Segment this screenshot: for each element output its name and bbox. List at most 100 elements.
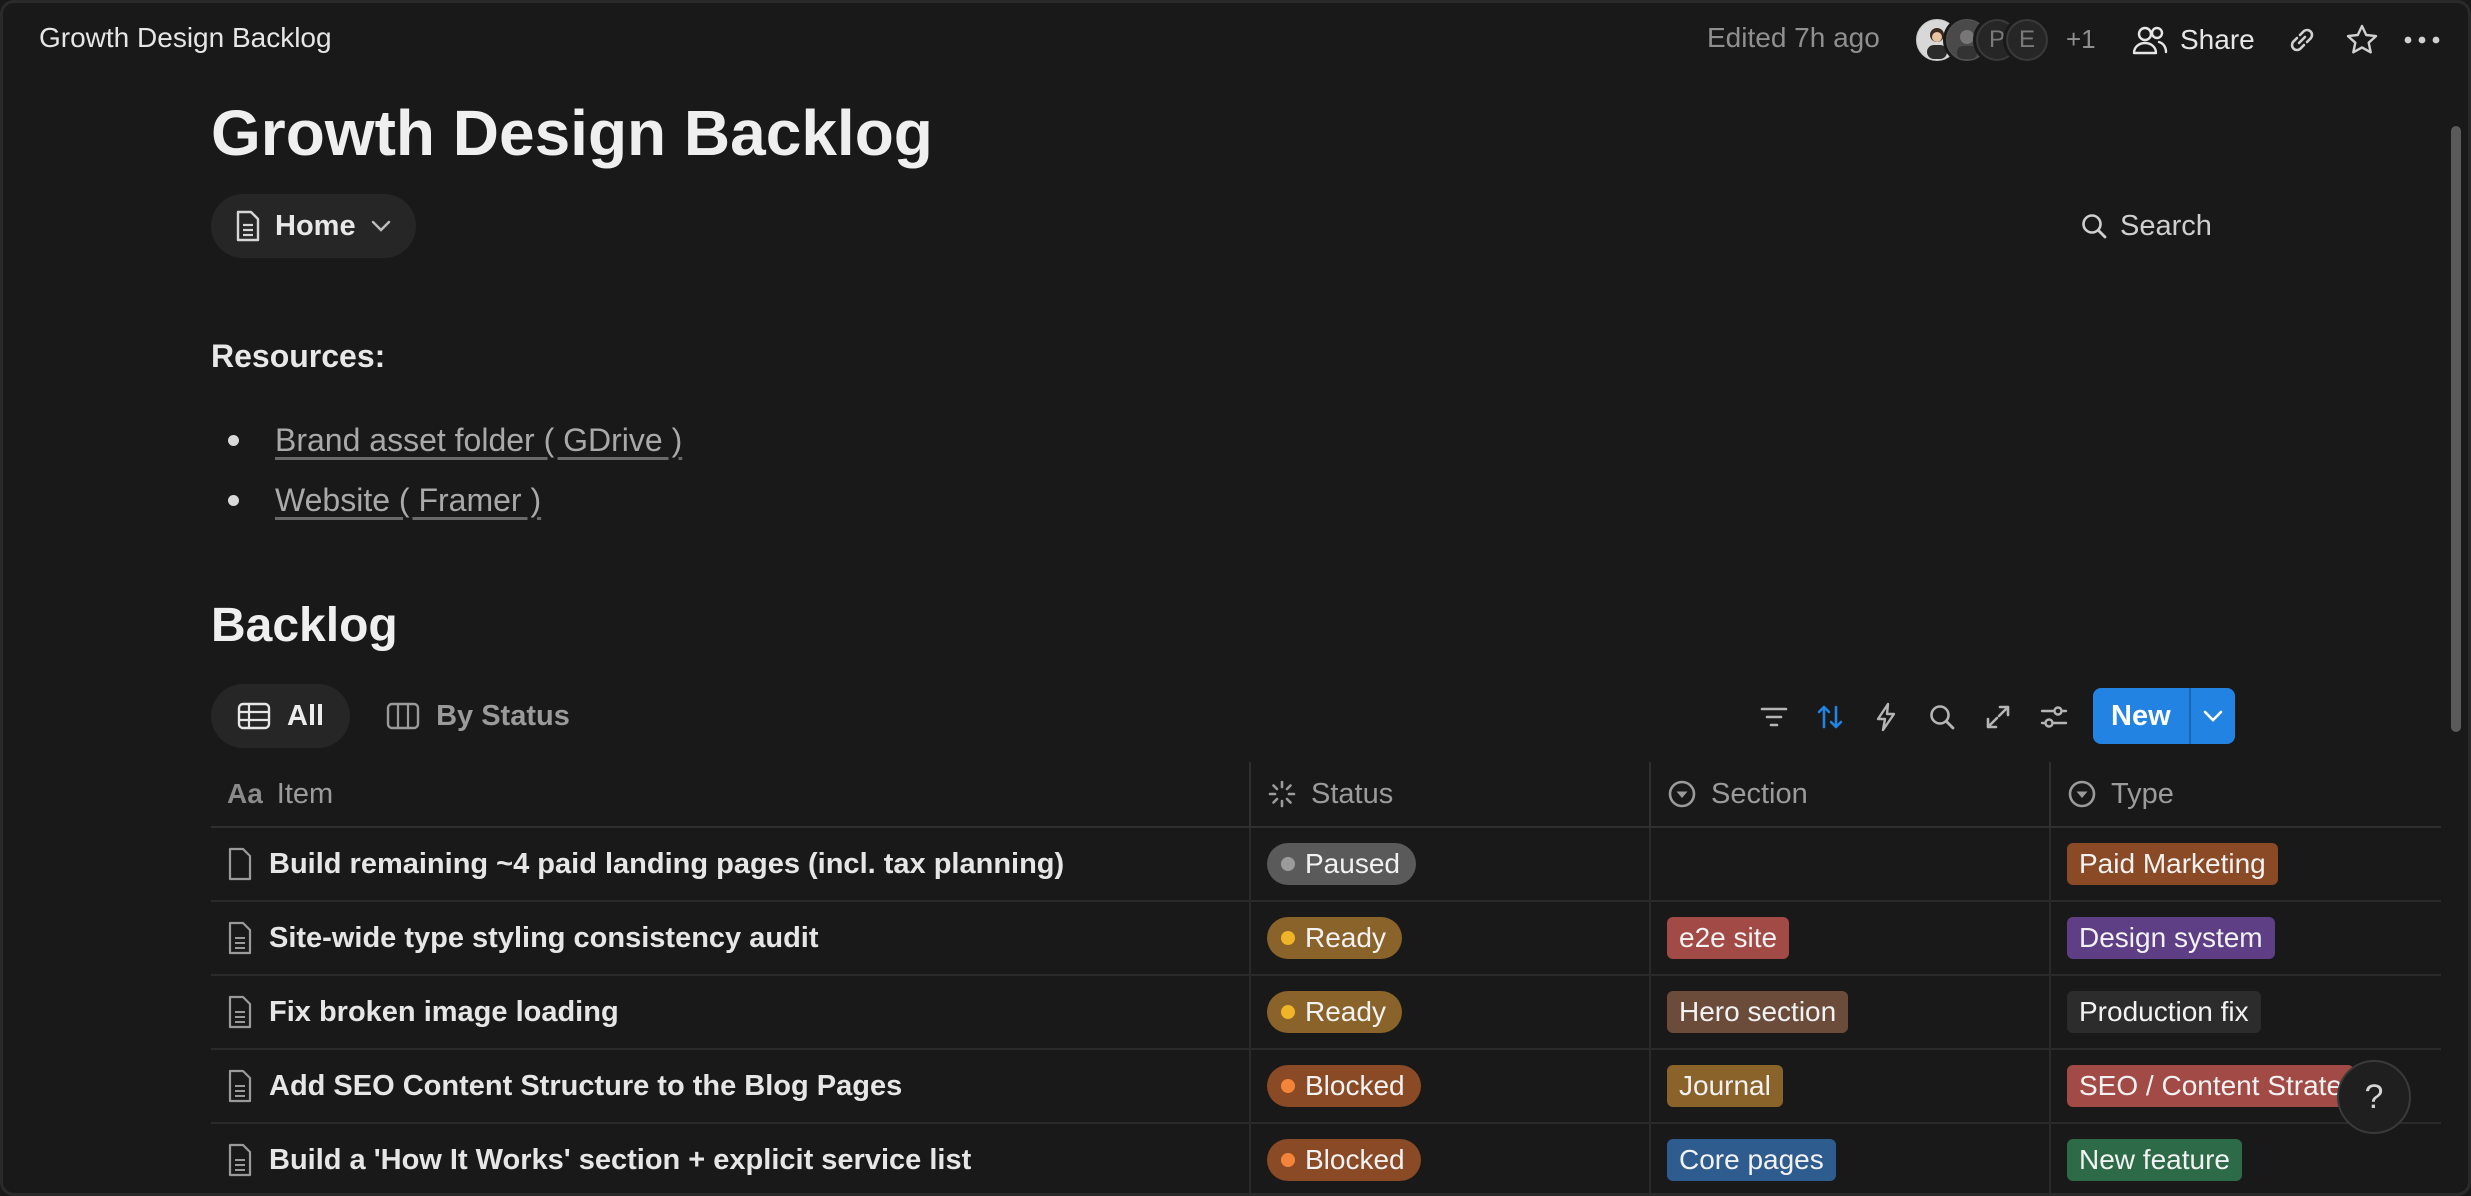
type-cell[interactable]: Design system (2051, 902, 2441, 974)
section-cell[interactable]: Journal (1651, 1050, 2051, 1122)
status-cell[interactable]: Ready (1251, 976, 1651, 1048)
status-dot (1281, 857, 1295, 871)
resources-label: Resources: (211, 338, 386, 374)
section-cell[interactable] (1651, 828, 2051, 900)
section-cell[interactable]: e2e site (1651, 902, 2051, 974)
automation-icon[interactable] (1866, 696, 1906, 738)
extra-collaborators-count[interactable]: +1 (2066, 24, 2096, 55)
chevron-down-icon (2203, 710, 2222, 722)
status-cell[interactable]: Ready (1251, 902, 1651, 974)
link-icon[interactable] (2282, 20, 2322, 60)
scrollbar-thumb[interactable] (2451, 126, 2461, 732)
column-label: Type (2111, 777, 2174, 810)
new-dropdown-button[interactable] (2188, 688, 2235, 744)
status-cell[interactable]: Blocked (1251, 1124, 1651, 1196)
item-cell[interactable]: Add SEO Content Structure to the Blog Pa… (211, 1050, 1251, 1122)
type-tag: Design system (2067, 917, 2275, 959)
resource-list: Brand asset folder ( GDrive ) Website ( … (211, 410, 682, 530)
section-tag: Journal (1667, 1065, 1783, 1107)
edited-timestamp: Edited 7h ago (1707, 22, 1880, 53)
page-icon (228, 847, 252, 881)
more-icon[interactable] (2402, 20, 2442, 60)
type-tag: SEO / Content Strate (2067, 1065, 2355, 1107)
table-row[interactable]: Add SEO Content Structure to the Blog Pa… (211, 1050, 2441, 1124)
item-cell[interactable]: Site-wide type styling consistency audit (211, 902, 1251, 974)
search-button[interactable]: Search (2080, 205, 2212, 247)
home-view-selector[interactable]: Home (211, 194, 416, 258)
tab-all-label: All (287, 699, 325, 732)
item-cell[interactable]: Build a 'How It Works' section + explici… (211, 1124, 1251, 1196)
home-label: Home (275, 209, 356, 242)
select-property-icon (1668, 780, 1696, 808)
type-cell[interactable]: Production fix (2051, 976, 2441, 1048)
column-label: Status (1311, 777, 1394, 810)
status-label: Paused (1305, 848, 1400, 879)
tab-all[interactable]: All (211, 684, 351, 748)
document-icon (228, 921, 252, 955)
help-button[interactable]: ? (2337, 1060, 2411, 1134)
column-header-type[interactable]: Type (2051, 762, 2441, 826)
status-dot (1281, 1005, 1295, 1019)
column-label: Item (276, 777, 334, 810)
section-tag: e2e site (1667, 917, 1790, 959)
status-badge: Ready (1267, 917, 1402, 959)
table-header: Aa Item Status Section Type (211, 762, 2441, 828)
avatar[interactable]: E (2003, 16, 2051, 64)
list-item: Brand asset folder ( GDrive ) (211, 410, 682, 470)
status-badge: Blocked (1267, 1065, 1421, 1107)
column-label: Section (1711, 777, 1808, 810)
table-row[interactable]: Site-wide type styling consistency audit… (211, 902, 2441, 976)
status-dot (1281, 1153, 1295, 1167)
chevron-down-icon (371, 220, 390, 232)
backlog-heading[interactable]: Backlog (211, 598, 398, 653)
table-row[interactable]: Fix broken image loading Ready Hero sect… (211, 976, 2441, 1050)
column-header-status[interactable]: Status (1251, 762, 1651, 826)
table-row[interactable]: Build a 'How It Works' section + explici… (211, 1124, 2441, 1196)
type-cell[interactable]: New feature (2051, 1124, 2441, 1196)
breadcrumb[interactable]: Growth Design Backlog (39, 22, 332, 54)
search-icon[interactable] (1922, 696, 1962, 738)
sort-icon[interactable] (1810, 696, 1850, 738)
section-cell[interactable]: Core pages (1651, 1124, 2051, 1196)
column-header-section[interactable]: Section (1651, 762, 2051, 826)
backlog-table: Aa Item Status Section Type Build remain… (211, 762, 2441, 1196)
status-label: Ready (1305, 922, 1386, 953)
top-bar: Growth Design Backlog Edited 7h ago P E … (0, 0, 2471, 80)
item-title: Site-wide type styling consistency audit (269, 921, 819, 954)
document-icon (228, 1069, 252, 1103)
type-tag: Paid Marketing (2067, 843, 2278, 885)
status-cell[interactable]: Blocked (1251, 1050, 1651, 1122)
list-item: Website ( Framer ) (211, 470, 682, 530)
settings-sliders-icon[interactable] (2034, 696, 2074, 738)
type-tag: New feature (2067, 1139, 2242, 1181)
item-cell[interactable]: Build remaining ~4 paid landing pages (i… (211, 828, 1251, 900)
expand-icon[interactable] (1978, 696, 2018, 738)
status-label: Blocked (1305, 1070, 1405, 1101)
page-title[interactable]: Growth Design Backlog (211, 96, 933, 170)
new-button[interactable]: New (2093, 688, 2189, 744)
website-link[interactable]: Website ( Framer ) (275, 482, 541, 519)
share-label: Share (2180, 24, 2255, 55)
status-dot (1281, 931, 1295, 945)
item-cell[interactable]: Fix broken image loading (211, 976, 1251, 1048)
collaborator-avatars[interactable]: P E (1913, 16, 2063, 64)
status-cell[interactable]: Paused (1251, 828, 1651, 900)
status-dot (1281, 1079, 1295, 1093)
status-label: Blocked (1305, 1144, 1405, 1175)
star-icon[interactable] (2342, 20, 2382, 60)
column-header-item[interactable]: Aa Item (211, 762, 1251, 826)
item-title: Add SEO Content Structure to the Blog Pa… (269, 1069, 903, 1102)
status-badge: Ready (1267, 991, 1402, 1033)
tab-by-status[interactable]: By Status (360, 684, 596, 748)
filter-icon[interactable] (1754, 696, 1794, 738)
document-icon (228, 995, 252, 1029)
brand-asset-link[interactable]: Brand asset folder ( GDrive ) (275, 422, 682, 459)
type-tag: Production fix (2067, 991, 2261, 1033)
share-button[interactable]: Share (2132, 20, 2255, 60)
section-cell[interactable]: Hero section (1651, 976, 2051, 1048)
status-badge: Paused (1267, 843, 1416, 885)
people-icon (2132, 26, 2168, 55)
type-cell[interactable]: Paid Marketing (2051, 828, 2441, 900)
table-row[interactable]: Build remaining ~4 paid landing pages (i… (211, 828, 2441, 902)
section-tag: Hero section (1667, 991, 1849, 1033)
